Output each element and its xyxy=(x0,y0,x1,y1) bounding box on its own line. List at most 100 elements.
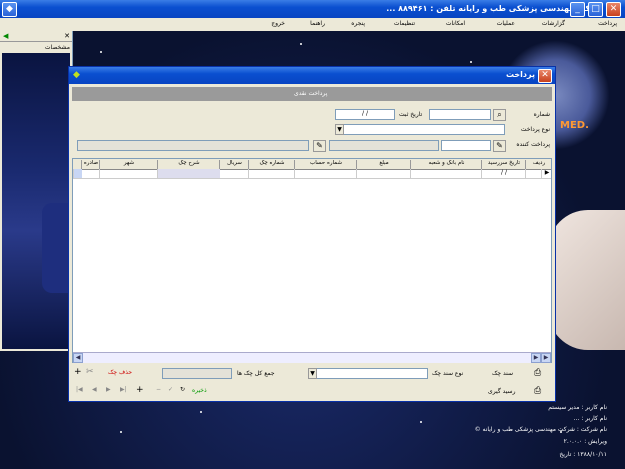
col-9: صادره xyxy=(81,160,100,169)
menu-item-3[interactable]: امکانات xyxy=(446,20,465,27)
prev-record-icon[interactable]: ◀ xyxy=(92,386,97,393)
cell-index[interactable] xyxy=(525,169,542,178)
receipt-icon[interactable]: ⎙ xyxy=(534,386,541,396)
left-panel-arrow-icon[interactable]: ◀ xyxy=(3,32,8,40)
col-2: نام بانک و شعبه xyxy=(410,160,482,169)
logo-text: MED. xyxy=(560,120,589,131)
info-line-0: نام کاربر : مدیر سیستم xyxy=(548,404,607,411)
cell-check-no[interactable] xyxy=(248,169,295,178)
left-panel-image xyxy=(2,53,72,349)
col-6: سریال xyxy=(219,160,249,169)
check-type-chevron-icon[interactable]: ▼ xyxy=(308,368,317,379)
scroll-left-icon[interactable]: ◀ xyxy=(73,353,83,363)
col-5: شماره چک xyxy=(248,160,295,169)
dialog-subtitle-bar: پرداخت نقدی xyxy=(72,87,552,101)
info-line-3: ویرایش : ۲.۰.۰.۰ xyxy=(563,438,607,445)
main-menu-bar: پرداخت گزارشات عملیات امکانات تنظیمات پن… xyxy=(0,18,625,31)
check-icon[interactable]: ✓ xyxy=(168,386,173,393)
minimize-button[interactable]: _ xyxy=(570,2,585,17)
cell-issued[interactable] xyxy=(81,169,100,178)
account-lookup-icon[interactable]: ✎ xyxy=(313,140,326,152)
info-line-4: ۱۳۸۸/۱۰/۱۱ : تاریخ xyxy=(559,451,607,458)
dialog-title-bar: ◆ پرداخت ✕ xyxy=(69,67,555,84)
col-3: مبلغ xyxy=(356,160,411,169)
app-icon: ◆ xyxy=(2,2,17,17)
left-panel-close-icon[interactable]: ✕ xyxy=(64,32,70,40)
menu-item-0[interactable]: پرداخت xyxy=(598,20,617,27)
plus-icon[interactable]: + xyxy=(136,385,144,395)
info-line-1: نام کاربر : ... xyxy=(573,415,607,422)
last-record-icon[interactable]: ▶| xyxy=(120,386,127,393)
add-icon[interactable]: + xyxy=(74,367,82,377)
minus-icon[interactable]: − xyxy=(156,386,161,393)
chevron-down-icon[interactable]: ▼ xyxy=(335,124,344,135)
cell-serial[interactable] xyxy=(219,169,249,178)
cell-due-date[interactable]: / / xyxy=(481,169,526,178)
payee-lookup-icon[interactable]: ✎ xyxy=(493,140,506,152)
table-row[interactable]: ▶ / / xyxy=(73,169,551,179)
info-line-2: نام شرکت : شرکت مهندسی پزشکی طب و رایانه… xyxy=(474,426,607,433)
cell-account[interactable] xyxy=(294,169,357,178)
main-title-bar: شرکت مهندسی پزشکی طب و رایانه تلفن : ۸۸۹… xyxy=(0,0,625,18)
cell-bank[interactable] xyxy=(410,169,482,178)
date-label: تاریخ ثبت xyxy=(399,111,423,118)
col-8: شهر xyxy=(99,160,158,169)
cell-city[interactable] xyxy=(99,169,158,178)
account-name-field xyxy=(77,140,309,151)
check-doc-label[interactable]: سند چک xyxy=(492,370,513,377)
cut-icon[interactable]: ✂ xyxy=(86,367,94,377)
payment-type-label: نوع پرداخت xyxy=(520,126,550,133)
left-panel-title: مشخصات xyxy=(44,44,70,51)
dialog-app-icon: ◆ xyxy=(73,70,80,80)
footer-row-2: ⎙ رسید گیری ذخیره ↻ ✓ − + ▶| ▶ ◀ |◀ xyxy=(72,384,552,398)
receipt-label[interactable]: رسید گیری xyxy=(488,388,515,395)
cell-amount[interactable] xyxy=(356,169,411,178)
refresh-icon[interactable]: ↻ xyxy=(180,386,185,393)
scroll-right-icon[interactable]: ▶ xyxy=(531,353,541,363)
payment-dialog: ◆ پرداخت ✕ پرداخت نقدی شماره ⌕ تاریخ ثبت… xyxy=(68,66,556,402)
col-4: شماره حساب xyxy=(294,160,357,169)
col-7: شرح چک xyxy=(157,160,220,169)
row-indicator-icon: ▶ xyxy=(541,169,552,178)
left-panel: ◀ ✕ مشخصات xyxy=(0,31,73,351)
scroll-end-icon[interactable]: ▶ xyxy=(541,353,551,363)
payee-label: پرداخت کننده xyxy=(516,141,550,148)
total-field xyxy=(162,368,232,379)
search-icon[interactable]: ⌕ xyxy=(493,109,506,121)
save-label[interactable]: ذخیره xyxy=(192,387,207,394)
menu-item-4[interactable]: تنظیمات xyxy=(394,20,415,27)
first-record-icon[interactable]: |◀ xyxy=(76,386,83,393)
menu-item-2[interactable]: عملیات xyxy=(497,20,515,27)
hand-image xyxy=(548,210,625,350)
delete-check-label[interactable]: حذف چک xyxy=(108,369,132,376)
next-record-icon[interactable]: ▶ xyxy=(106,386,111,393)
payee-name-field xyxy=(329,140,439,151)
footer-row-1: ⎙ سند چک نوع سند چک ▼ جمع کل چک ها حذف چ… xyxy=(72,366,552,380)
col-0: ردیف xyxy=(525,160,552,169)
number-input[interactable] xyxy=(429,109,491,120)
bottom-info: نام کاربر : مدیر سیستم نام کاربر : ... ن… xyxy=(380,400,625,469)
cell-description[interactable] xyxy=(157,169,220,178)
col-1: تاریخ سررسید xyxy=(481,160,526,169)
menu-item-7[interactable]: خروج xyxy=(271,20,285,27)
number-label: شماره xyxy=(533,111,550,118)
menu-item-6[interactable]: راهنما xyxy=(310,20,325,27)
dialog-subtitle: پرداخت نقدی xyxy=(294,90,328,97)
left-panel-header xyxy=(0,31,72,42)
dialog-title: پرداخت xyxy=(505,70,535,79)
menu-item-1[interactable]: گزارشات xyxy=(542,20,565,27)
dialog-close-button[interactable]: ✕ xyxy=(538,69,552,83)
check-type-label: نوع سند چک xyxy=(432,370,464,377)
checks-table[interactable]: ردیف تاریخ سررسید نام بانک و شعبه مبلغ ش… xyxy=(72,158,552,363)
row-select-box[interactable] xyxy=(73,169,82,178)
payee-code-input[interactable] xyxy=(441,140,491,151)
menu-item-5[interactable]: پنجره xyxy=(351,20,365,27)
close-button[interactable]: ✕ xyxy=(606,2,621,17)
check-type-select[interactable] xyxy=(308,368,428,379)
payment-type-select[interactable] xyxy=(335,124,505,135)
horizontal-scrollbar[interactable]: ◀ ▶ ▶ xyxy=(73,352,551,363)
total-label: جمع کل چک ها xyxy=(237,370,275,377)
check-doc-icon[interactable]: ⎙ xyxy=(534,368,541,378)
date-input[interactable]: / / xyxy=(335,109,395,120)
maximize-button[interactable]: □ xyxy=(588,2,603,17)
